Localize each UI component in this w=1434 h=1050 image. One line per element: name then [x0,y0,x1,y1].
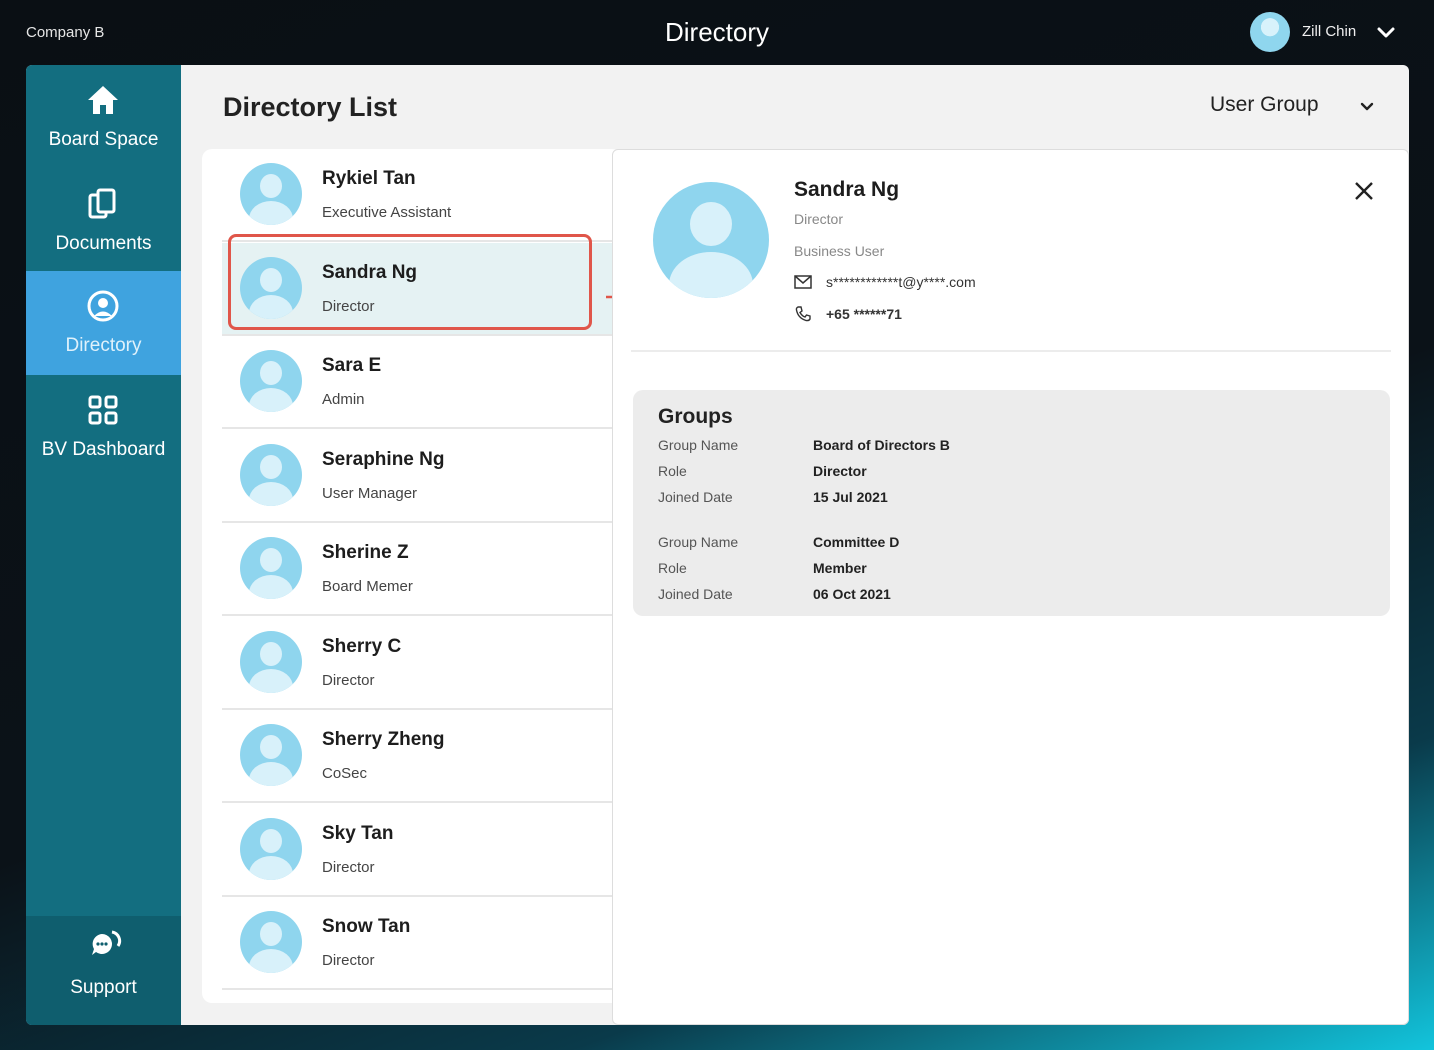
phone-icon [795,306,811,322]
member-role: Executive Assistant [322,204,452,221]
user-group-dropdown[interactable]: User Group [1210,93,1319,117]
group-role-value: Member [813,560,867,576]
mail-icon [794,275,812,289]
member-name: Sky Tan [322,823,394,844]
avatar [240,444,302,506]
user-avatar[interactable] [1250,12,1290,52]
home-icon [88,86,118,114]
list-item[interactable]: Rykiel Tan Executive Assistant [222,149,622,242]
member-name: Sherry Zheng [322,729,445,750]
sidebar-item-board-space[interactable]: Board Space [26,65,181,169]
member-role: Director [322,952,375,969]
sidebar-item-label: Documents [55,233,152,254]
list-heading: Directory List [223,92,398,122]
member-role: Director [322,859,375,876]
avatar [240,163,302,225]
avatar [240,631,302,693]
avatar [240,537,302,599]
sidebar-item-label: Board Space [48,129,159,150]
avatar [653,182,769,298]
app-frame: Board Space Documents Directory BV Dashb… [26,65,1409,1025]
list-item[interactable]: Sky Tan Director [222,804,622,897]
sidebar: Board Space Documents Directory BV Dashb… [26,65,181,1025]
member-name: Sherry C [322,636,402,657]
member-role: User Manager [322,485,418,502]
group-name-value: Board of Directors B [813,437,950,453]
member-name: Sara E [322,355,382,376]
group-name-label: Group Name [658,534,739,550]
group-date-value: 06 Oct 2021 [813,586,891,602]
sidebar-item-documents[interactable]: Documents [26,169,181,273]
sidebar-item-support[interactable]: Support [26,916,181,1025]
member-name: Snow Tan [322,916,411,937]
list-item[interactable]: Sherry C Director [222,617,622,710]
detail-name: Sandra Ng [794,178,900,201]
member-role: CoSec [322,765,368,782]
list-item[interactable]: Sara E Admin [222,336,622,429]
divider [631,350,1391,352]
documents-icon [88,188,116,219]
detail-email[interactable]: s************t@y****.com [826,274,976,290]
member-name: Seraphine Ng [322,449,445,470]
member-name: Sherine Z [322,542,409,563]
group-name-label: Group Name [658,437,739,453]
list-item[interactable]: Sherine Z Board Memer [222,523,622,616]
avatar [240,350,302,412]
detail-phone[interactable]: +65 ******71 [826,306,902,322]
list-item[interactable]: Seraphine Ng User Manager [222,430,622,523]
sidebar-item-label: Directory [65,335,142,356]
page-title: Directory [664,17,769,47]
group-role-label: Role [658,463,687,479]
chevron-down-icon[interactable] [1376,22,1396,42]
member-role: Board Memer [322,578,413,595]
avatar [240,911,302,973]
sidebar-item-bv-dashboard[interactable]: BV Dashboard [26,375,181,479]
group-role-value: Director [813,463,867,479]
group-date-label: Joined Date [658,586,733,602]
detail-user-type: Business User [794,243,885,259]
chevron-down-icon[interactable] [1359,99,1375,115]
group-date-value: 15 Jul 2021 [813,489,888,505]
user-name[interactable]: Zill Chin [1302,23,1356,40]
list-item[interactable]: Snow Tan Director [222,897,622,990]
detail-role: Director [794,211,844,227]
group-name-value: Committee D [813,534,900,550]
groups-title: Groups [658,405,733,428]
close-icon[interactable] [1353,180,1375,202]
avatar [240,818,302,880]
member-detail-panel: Sandra Ng Director Business User s******… [612,149,1409,1025]
user-circle-icon [87,290,119,322]
grid-icon [88,395,118,425]
group-date-label: Joined Date [658,489,733,505]
groups-card: Groups Group Name Board of Directors B R… [633,390,1390,616]
sidebar-item-directory[interactable]: Directory [26,271,181,375]
selection-highlight [228,234,592,330]
sidebar-item-label: Support [70,977,137,998]
member-name: Rykiel Tan [322,168,416,189]
avatar [240,724,302,786]
list-item[interactable]: Sherry Zheng CoSec [222,710,622,803]
chat-icon [92,930,122,955]
member-role: Admin [322,391,365,408]
top-bar: Company B Directory Zill Chin [0,0,1434,64]
group-role-label: Role [658,560,687,576]
member-role: Director [322,672,375,689]
sidebar-item-label: BV Dashboard [41,439,166,460]
